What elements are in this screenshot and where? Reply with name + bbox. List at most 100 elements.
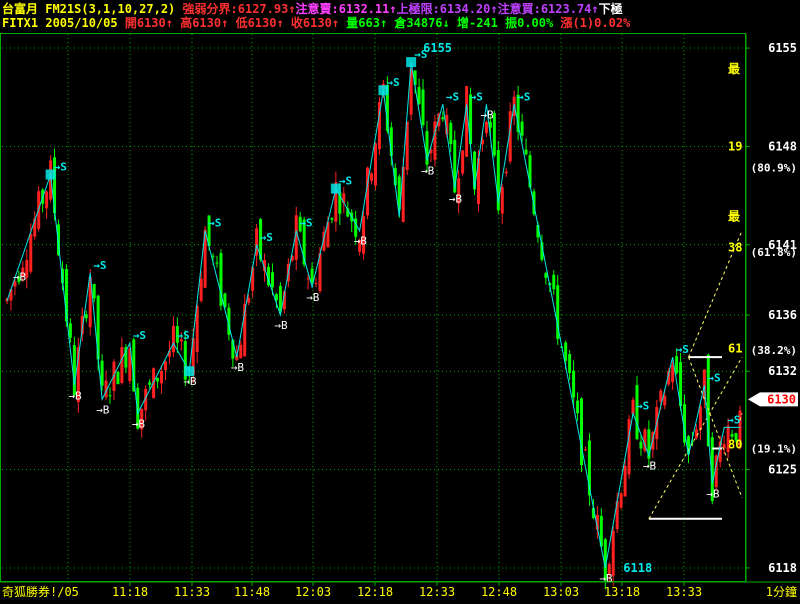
candle-body bbox=[373, 143, 377, 186]
buy-marker: →B bbox=[599, 572, 613, 585]
buy-marker: →B bbox=[354, 235, 368, 248]
candle-body bbox=[116, 371, 120, 385]
buy-marker: →B bbox=[183, 375, 197, 388]
header-row-2: FITX1 2005/10/05 開6130↑ 高6130↑ 低6130↑ 收6… bbox=[2, 15, 631, 30]
buy-marker: →B bbox=[449, 193, 463, 206]
sell-marker: →S bbox=[517, 90, 530, 103]
symbol-label: FITX1 bbox=[2, 16, 45, 30]
candle-body bbox=[108, 395, 112, 397]
candle-body bbox=[730, 434, 734, 437]
buy-marker: →B bbox=[274, 319, 288, 332]
current-price-label: 6130 bbox=[767, 392, 796, 406]
candle-body bbox=[92, 283, 96, 299]
header-value: 注意賣:6132.11↑ bbox=[296, 1, 397, 16]
candle-body bbox=[461, 150, 465, 174]
quote-value: 增-241 bbox=[457, 15, 505, 30]
quote-value: 高6130↑ bbox=[180, 15, 235, 30]
fib-mark: 最 bbox=[728, 62, 741, 76]
candle-body bbox=[330, 218, 334, 220]
y-tick-label: 6155 bbox=[768, 41, 797, 55]
header-row-1: 台富月 FM21S(3,1,10,27,2) 強弱分界:6127.93↑注意賣:… bbox=[2, 1, 623, 16]
low-label: 6118 bbox=[623, 561, 652, 575]
candle-body bbox=[504, 171, 508, 174]
sell-marker: →S bbox=[470, 90, 483, 103]
buy-marker: →B bbox=[68, 389, 82, 402]
x-tick-label: 12:33 bbox=[419, 585, 455, 599]
candle-body bbox=[29, 234, 33, 272]
buy-marker: →B bbox=[706, 488, 720, 501]
candle-body bbox=[120, 347, 124, 383]
sell-marker: →S bbox=[707, 371, 720, 384]
candle-body bbox=[544, 273, 548, 278]
header-value: 強弱分界:6127.93↑ bbox=[183, 1, 296, 16]
x-tick-label: 12:48 bbox=[481, 585, 517, 599]
sell-marker: →S bbox=[299, 217, 312, 230]
candle-body bbox=[520, 121, 524, 136]
candle-body bbox=[270, 272, 274, 288]
candle-body bbox=[314, 283, 318, 285]
candle-body bbox=[465, 86, 469, 157]
candle-body bbox=[68, 323, 72, 338]
sell-marker: →S bbox=[260, 231, 273, 244]
candle-body bbox=[100, 360, 104, 386]
quote-value: 開6130↑ bbox=[125, 16, 180, 30]
x-tick-label: 13:33 bbox=[666, 585, 702, 599]
x-tick-label: 12:03 bbox=[295, 585, 331, 599]
y-tick-label: 6136 bbox=[768, 308, 797, 322]
header-value: 下極 bbox=[599, 1, 623, 16]
candle-body bbox=[524, 149, 528, 155]
interval-label: 1分鐘 bbox=[766, 584, 797, 599]
sell-marker: →S bbox=[676, 343, 689, 356]
y-tick-label: 6148 bbox=[768, 139, 797, 153]
x-tick-label: 11:33 bbox=[174, 585, 210, 599]
candle-body bbox=[171, 326, 175, 353]
sell-box-marker bbox=[378, 85, 389, 96]
candle-body bbox=[160, 371, 164, 384]
sell-box-marker bbox=[406, 57, 417, 68]
candle-body bbox=[500, 187, 504, 214]
fib-mark: 19 bbox=[728, 139, 742, 153]
buy-marker: →B bbox=[306, 291, 320, 304]
header-value: 上極限:6134.20↑ bbox=[397, 1, 498, 16]
buy-marker: →B bbox=[421, 164, 435, 177]
x-tick-label: 11:18 bbox=[112, 585, 148, 599]
quote-value: 低6130↑ bbox=[235, 15, 291, 30]
candle-body bbox=[564, 342, 568, 361]
candle-body bbox=[619, 493, 623, 508]
fib-mark: 38 bbox=[728, 241, 742, 255]
x-tick-label: 11:48 bbox=[234, 585, 270, 599]
buy-marker: →B bbox=[96, 403, 110, 416]
sell-marker: →S bbox=[133, 329, 146, 342]
sell-marker: →S bbox=[176, 329, 189, 342]
candle-body bbox=[72, 345, 76, 395]
fib-percent-label: (38.2%) bbox=[751, 344, 797, 357]
quote-value: 收6130↑ bbox=[291, 15, 346, 30]
candle-body bbox=[576, 400, 580, 414]
candle-body bbox=[449, 122, 453, 145]
candle-body bbox=[671, 364, 675, 383]
buy-marker: →B bbox=[643, 460, 657, 473]
indicator-name: FM21S(3,1,10,27,2) bbox=[45, 2, 182, 16]
fib-mark: 80 bbox=[728, 437, 742, 451]
candle-body bbox=[45, 191, 49, 209]
quote-value: 漲(1)0.02% bbox=[560, 15, 631, 30]
buy-marker: →B bbox=[13, 270, 27, 283]
candle-body bbox=[421, 89, 425, 125]
chart-background bbox=[0, 0, 800, 600]
candle-body bbox=[568, 354, 572, 373]
date-label: 2005/10/05 bbox=[45, 16, 124, 30]
sell-box-marker bbox=[45, 169, 56, 180]
candle-body bbox=[572, 370, 576, 398]
candle-body bbox=[484, 121, 488, 134]
fib-percent-label: (61.8%) bbox=[751, 246, 797, 259]
quote-value: 倉34876↓ bbox=[393, 15, 457, 30]
candle-body bbox=[148, 382, 152, 385]
footer-left-label: 奇狐勝券!/05 bbox=[2, 584, 79, 599]
candlestick-chart[interactable]: →S→S→S →S→S→S→S→S→S→S→S →S →S→S→S→S→S→B→B→B… bbox=[0, 0, 800, 600]
candle-body bbox=[441, 117, 445, 120]
buy-marker: →B bbox=[480, 108, 494, 121]
header-value: 注意買:6123.74↑ bbox=[498, 1, 599, 16]
candle-body bbox=[199, 278, 203, 301]
fib-mark: 最 bbox=[728, 210, 741, 224]
candle-body bbox=[528, 155, 532, 188]
